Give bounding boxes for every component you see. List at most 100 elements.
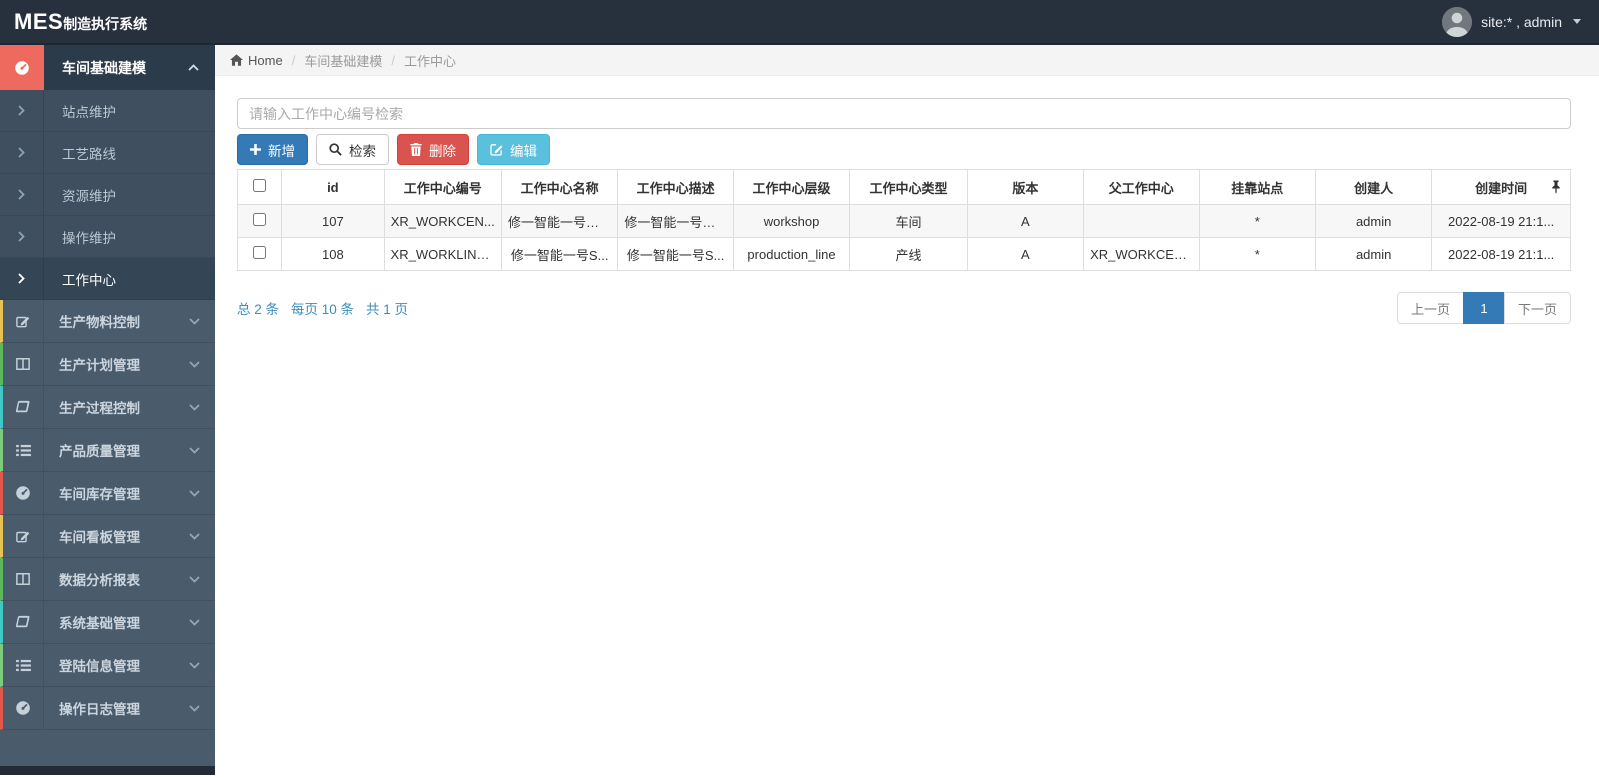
table-cell: * [1198,204,1316,238]
sidebar-item[interactable]: 生产过程控制 [0,386,215,429]
sidebar-subitem[interactable]: 站点维护 [0,90,215,132]
app-body: 车间基础建模 站点维护工艺路线资源维护操作维护工作中心 生产物料控制 生产计划管理… [0,45,1599,775]
sidebar-subitem-label: 工作中心 [62,272,116,288]
user-menu[interactable]: site:* , admin [1442,6,1581,37]
sidebar-item[interactable]: 数据分析报表 [0,558,215,601]
sidebar-item-label: 系统基础管理 [59,616,140,631]
home-icon [230,54,243,66]
workcenter-table: id 工作中心编号 工作中心名称 工作中心描述 工作中心层级 工作中心类型 版本 父工作中心挂… [236,169,1571,271]
sidebar-item[interactable]: 产品质量管理 [0,429,215,472]
sidebar-subitem-label: 资源维护 [62,188,116,204]
sidebar-item-label: 车间看板管理 [59,530,140,545]
table-cell: admin [1314,204,1433,238]
table-cell: 修一智能一号S... [617,237,734,271]
page-button-1[interactable]: 1 [1462,292,1505,324]
breadcrumb-home-label: Home [248,52,283,68]
chevron-down-icon [189,446,200,454]
column-header[interactable]: 工作中心类型 [849,169,968,205]
column-header[interactable]: 工作中心编号 [383,169,502,205]
chevron-down-icon [189,317,200,325]
sidebar-item[interactable]: 生产物料控制 [0,300,215,343]
book-icon [3,386,44,428]
sidebar-item-label: 生产计划管理 [59,358,140,373]
sidebar-item[interactable]: 车间库存管理 [0,472,215,515]
column-header[interactable]: 创建时间 [1431,169,1571,205]
pin-icon[interactable] [1551,180,1561,194]
chevron-up-icon [188,64,199,71]
sidebar-item-workshop-modeling[interactable]: 车间基础建模 [0,45,215,90]
sidebar-item-label: 车间基础建模 [62,59,146,76]
gauge-icon [0,45,44,90]
table-cell: 产线 [849,237,968,271]
column-header[interactable]: 版本 [966,169,1085,205]
row-checkbox[interactable] [253,246,267,259]
sidebar-subitem[interactable]: 资源维护 [0,174,215,216]
sidebar-item[interactable]: 生产计划管理 [0,343,215,386]
sidebar-subitem[interactable]: 操作维护 [0,216,215,258]
sidebar-item-label: 生产物料控制 [59,315,140,330]
column-header[interactable]: 创建人 [1314,169,1433,205]
chevron-right-icon [0,132,44,173]
sidebar-subitem[interactable]: 工艺路线 [0,132,215,174]
table-cell: 修一智能一号车间 [617,204,734,238]
breadcrumb: Home / 车间基础建模 / 工作中心 [215,45,1599,76]
table-cell: XR_WORKCEN... [383,204,502,238]
sidebar-bottom-strip [0,766,215,775]
column-header[interactable]: 工作中心名称 [500,169,619,205]
column-header[interactable]: 挂靠站点 [1198,169,1316,205]
column-header[interactable]: 父工作中心 [1083,169,1200,205]
table-footer: 总 2 条 每页 10 条 共 1 页 上一页 1 下一页 [237,292,1571,324]
breadcrumb-item[interactable]: 车间基础建模 [304,51,382,70]
sidebar-filler [0,730,215,766]
select-all-checkbox[interactable] [253,179,267,192]
table-cell [1083,204,1200,238]
sidebar: 车间基础建模 站点维护工艺路线资源维护操作维护工作中心 生产物料控制 生产计划管理… [0,45,215,775]
row-checkbox[interactable] [253,213,267,226]
table-cell: XR_WORKCEN... [1083,237,1200,271]
column-header[interactable]: 工作中心层级 [732,169,851,205]
pagination-summary: 总 2 条 每页 10 条 共 1 页 [237,298,408,318]
chevron-right-icon [0,216,44,257]
table-cell: XR_WORKLINE... [383,237,502,271]
search-button[interactable]: 检索 [316,134,389,165]
table-cell: 2022-08-19 21:1... [1431,237,1571,271]
table-cell: A [966,237,1085,271]
add-button[interactable]: 新增 [237,134,308,165]
table-cell: 107 [281,204,385,238]
table-cell: production_line [732,237,851,271]
table-cell: workshop [732,204,851,238]
prev-page-button[interactable]: 上一页 [1396,292,1464,324]
sidebar-subitem-label: 工艺路线 [62,146,116,162]
sidebar-item[interactable]: 车间看板管理 [0,515,215,558]
sidebar-subitem[interactable]: 工作中心 [0,258,215,300]
sidebar-item[interactable]: 系统基础管理 [0,601,215,644]
column-header-label: 创建时间 [1475,180,1528,196]
delete-button[interactable]: 删除 [397,134,469,165]
sidebar-submenu: 站点维护工艺路线资源维护操作维护工作中心 [0,90,215,300]
total-count: 总 2 条 [237,302,280,317]
breadcrumb-home[interactable]: Home [230,53,283,68]
list-icon [3,644,44,686]
column-header[interactable]: 工作中心描述 [617,169,734,205]
search-input[interactable] [237,98,1571,129]
chevron-down-icon [189,489,200,497]
sidebar-item-label: 生产过程控制 [59,401,140,416]
table-cell: 2022-08-19 21:1... [1431,204,1571,238]
chevron-down-icon [189,618,200,626]
next-page-button[interactable]: 下一页 [1503,292,1571,324]
sidebar-item[interactable]: 登陆信息管理 [0,644,215,687]
chevron-down-icon [189,661,200,669]
column-header[interactable]: id [281,169,385,205]
avatar [1442,6,1473,37]
caret-down-icon [1573,19,1581,24]
table-cell: * [1198,237,1316,271]
chevron-down-icon [189,575,200,583]
table-cell: 车间 [849,204,968,238]
page-size: 每页 10 条 [291,302,355,317]
table-cell: admin [1314,237,1433,271]
sidebar-item[interactable]: 操作日志管理 [0,687,215,730]
edit-button[interactable]: 编辑 [477,134,550,165]
app-logo[interactable]: MES 制造执行系统 [14,9,147,35]
trash-icon [410,143,422,156]
chevron-right-icon [0,90,44,131]
